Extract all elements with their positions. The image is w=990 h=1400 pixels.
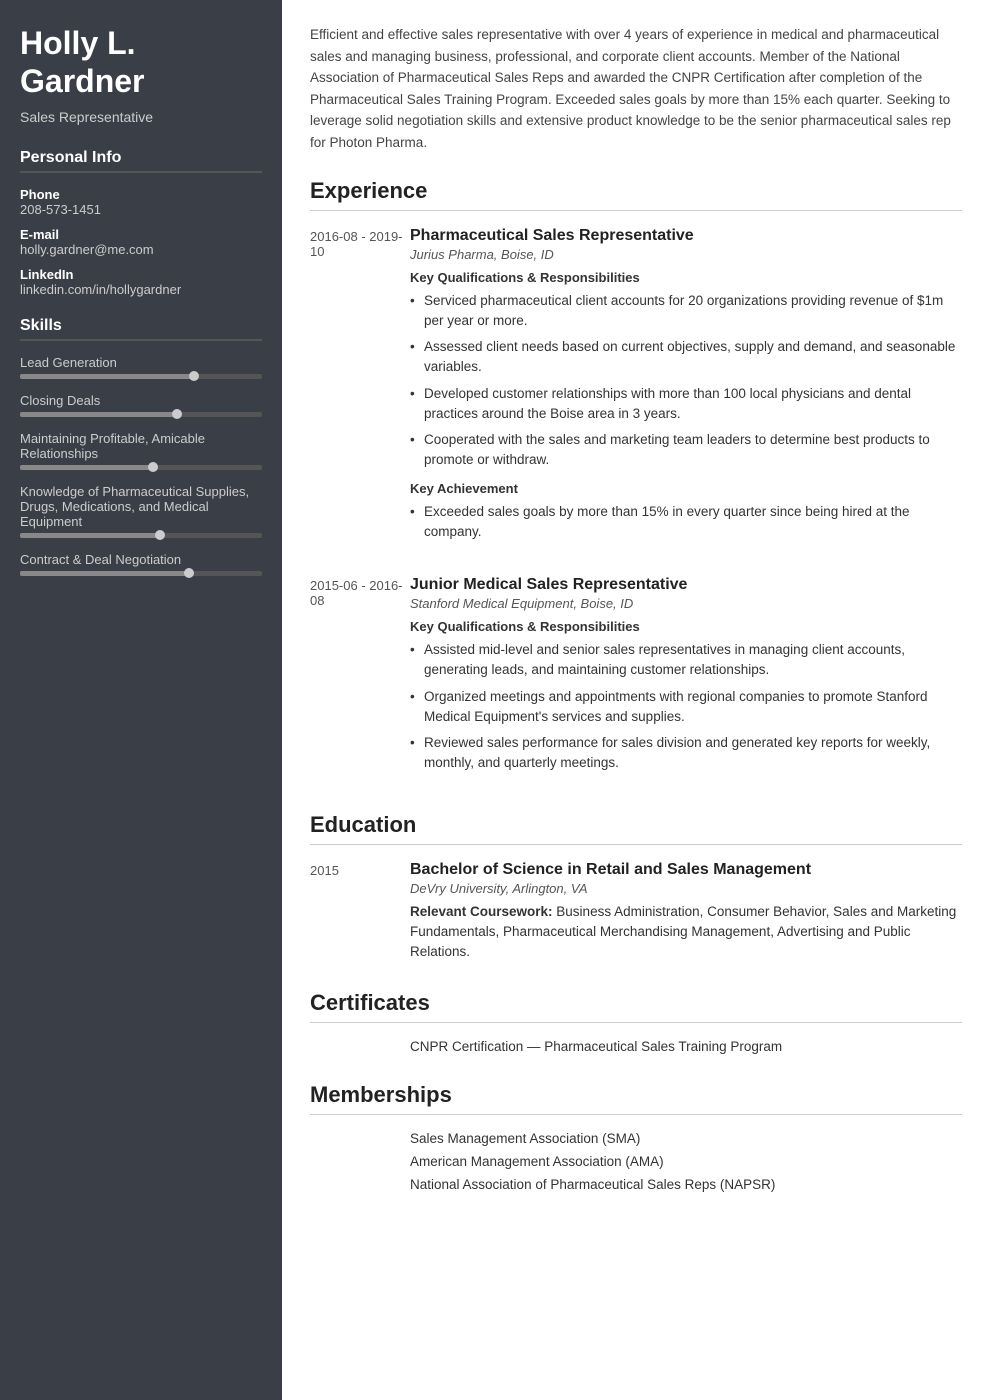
exp-content: Pharmaceutical Sales Representative Juri… (410, 227, 962, 553)
experience-row: 2015-06 - 2016-08 Junior Medical Sales R… (310, 576, 962, 784)
certificates-heading: Certificates (310, 990, 962, 1023)
list-item: Organized meetings and appointments with… (410, 687, 962, 728)
skill-bar-fill (20, 465, 153, 470)
education-row: 2015 Bachelor of Science in Retail and S… (310, 861, 962, 963)
membership-spacer (310, 1177, 410, 1192)
skill-name: Contract & Deal Negotiation (20, 552, 262, 567)
skill-bar-dot (155, 530, 165, 540)
membership-spacer (310, 1131, 410, 1146)
membership-value: National Association of Pharmaceutical S… (410, 1177, 775, 1192)
email-block: E-mail holly.gardner@me.com (20, 227, 262, 257)
edu-school: DeVry University, Arlington, VA (410, 881, 962, 896)
phone-label: Phone (20, 187, 262, 202)
list-item: Cooperated with the sales and marketing … (410, 430, 962, 471)
membership-value: Sales Management Association (SMA) (410, 1131, 640, 1146)
phone-value: 208-573-1451 (20, 202, 262, 217)
list-item: Reviewed sales performance for sales div… (410, 733, 962, 774)
skills-list: Lead Generation Closing Deals Maintainin… (20, 355, 262, 576)
skill-bar-dot (172, 409, 182, 419)
exp-date: 2015-06 - 2016-08 (310, 576, 410, 784)
email-label: E-mail (20, 227, 262, 242)
cert-spacer (310, 1039, 410, 1054)
membership-row: Sales Management Association (SMA) (310, 1131, 962, 1146)
skill-name: Knowledge of Pharmaceutical Supplies, Dr… (20, 484, 262, 529)
exp-company: Stanford Medical Equipment, Boise, ID (410, 596, 962, 611)
membership-row: National Association of Pharmaceutical S… (310, 1177, 962, 1192)
skills-heading: Skills (20, 317, 262, 341)
phone-block: Phone 208-573-1451 (20, 187, 262, 217)
skill-bar-dot (148, 462, 158, 472)
skill-item: Contract & Deal Negotiation (20, 552, 262, 576)
linkedin-label: LinkedIn (20, 267, 262, 282)
qualifications-label: Key Qualifications & Responsibilities (410, 270, 962, 285)
membership-spacer (310, 1154, 410, 1169)
skill-item: Lead Generation (20, 355, 262, 379)
membership-value: American Management Association (AMA) (410, 1154, 664, 1169)
skill-bar-fill (20, 374, 194, 379)
skill-item: Maintaining Profitable, Amicable Relatio… (20, 431, 262, 470)
main-content: Efficient and effective sales representa… (282, 0, 990, 1400)
skill-bar-fill (20, 533, 160, 538)
skill-bar (20, 571, 262, 576)
memberships-list: Sales Management Association (SMA) Ameri… (310, 1131, 962, 1192)
linkedin-block: LinkedIn linkedin.com/in/hollygardner (20, 267, 262, 297)
education-list: 2015 Bachelor of Science in Retail and S… (310, 861, 962, 963)
edu-content: Bachelor of Science in Retail and Sales … (410, 861, 962, 963)
memberships-heading: Memberships (310, 1082, 962, 1115)
certificate-row: CNPR Certification — Pharmaceutical Sale… (310, 1039, 962, 1054)
skill-name: Lead Generation (20, 355, 262, 370)
experience-heading: Experience (310, 178, 962, 211)
memberships-section: Memberships Sales Management Association… (310, 1082, 962, 1192)
list-item: Assessed client needs based on current o… (410, 337, 962, 378)
list-item: Developed customer relationships with mo… (410, 384, 962, 425)
skill-bar (20, 465, 262, 470)
skill-name: Maintaining Profitable, Amicable Relatio… (20, 431, 262, 461)
skill-bar-fill (20, 412, 177, 417)
summary-text: Efficient and effective sales representa… (310, 24, 962, 154)
personal-info-heading: Personal Info (20, 149, 262, 173)
achievement-list: Exceeded sales goals by more than 15% in… (410, 502, 962, 543)
exp-company: Jurius Pharma, Boise, ID (410, 247, 962, 262)
skill-bar (20, 374, 262, 379)
achievement-label: Key Achievement (410, 481, 962, 496)
skill-bar (20, 412, 262, 417)
education-section: Education 2015 Bachelor of Science in Re… (310, 812, 962, 963)
exp-job-title: Junior Medical Sales Representative (410, 576, 962, 594)
skill-bar-dot (184, 568, 194, 578)
edu-coursework: Relevant Coursework: Business Administra… (410, 902, 962, 963)
certificate-value: CNPR Certification — Pharmaceutical Sale… (410, 1039, 782, 1054)
edu-degree: Bachelor of Science in Retail and Sales … (410, 861, 962, 879)
qualifications-list: Serviced pharmaceutical client accounts … (410, 291, 962, 471)
exp-job-title: Pharmaceutical Sales Representative (410, 227, 962, 245)
list-item: Exceeded sales goals by more than 15% in… (410, 502, 962, 543)
sidebar: Holly L. Gardner Sales Representative Pe… (0, 0, 282, 1400)
skill-item: Closing Deals (20, 393, 262, 417)
email-value: holly.gardner@me.com (20, 242, 262, 257)
linkedin-value: linkedin.com/in/hollygardner (20, 282, 262, 297)
certificates-section: Certificates CNPR Certification — Pharma… (310, 990, 962, 1054)
qualifications-list: Assisted mid-level and senior sales repr… (410, 640, 962, 774)
experience-row: 2016-08 - 2019-10 Pharmaceutical Sales R… (310, 227, 962, 553)
candidate-title: Sales Representative (20, 109, 262, 125)
list-item: Serviced pharmaceutical client accounts … (410, 291, 962, 332)
exp-date: 2016-08 - 2019-10 (310, 227, 410, 553)
edu-date: 2015 (310, 861, 410, 963)
skill-name: Closing Deals (20, 393, 262, 408)
certificates-list: CNPR Certification — Pharmaceutical Sale… (310, 1039, 962, 1054)
skill-bar-dot (189, 371, 199, 381)
candidate-name: Holly L. Gardner (20, 24, 262, 101)
qualifications-label: Key Qualifications & Responsibilities (410, 619, 962, 634)
education-heading: Education (310, 812, 962, 845)
experience-section: Experience 2016-08 - 2019-10 Pharmaceuti… (310, 178, 962, 784)
list-item: Assisted mid-level and senior sales repr… (410, 640, 962, 681)
membership-row: American Management Association (AMA) (310, 1154, 962, 1169)
skill-bar-fill (20, 571, 189, 576)
experience-list: 2016-08 - 2019-10 Pharmaceutical Sales R… (310, 227, 962, 784)
skill-item: Knowledge of Pharmaceutical Supplies, Dr… (20, 484, 262, 538)
exp-content: Junior Medical Sales Representative Stan… (410, 576, 962, 784)
skill-bar (20, 533, 262, 538)
